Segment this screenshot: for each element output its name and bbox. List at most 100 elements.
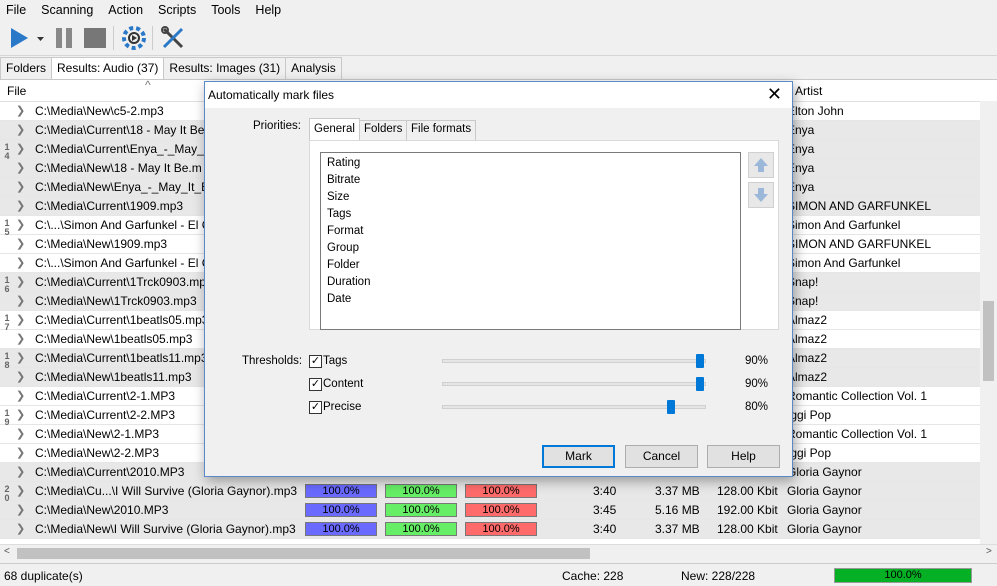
threshold-slider[interactable] (442, 354, 706, 368)
expand-chevron-icon[interactable]: ❯ (16, 332, 25, 345)
expand-chevron-icon[interactable]: ❯ (16, 275, 25, 288)
match-bar-content: 100.0% (385, 503, 457, 517)
priority-item[interactable]: Group (327, 242, 359, 254)
expand-chevron-icon[interactable]: ❯ (16, 408, 25, 421)
table-row[interactable]: ❯ C:\Media\Cu...\I Will Survive (Gloria G… (0, 482, 997, 501)
expand-chevron-icon[interactable]: ❯ (16, 427, 25, 440)
arrow-down-icon (754, 188, 768, 202)
expand-chevron-icon[interactable]: ❯ (16, 313, 25, 326)
file-path-cell: C:\Media\Current\1beatls05.mp3 (35, 313, 209, 327)
menu-file[interactable]: File (6, 3, 26, 17)
group-number: 1 8 (4, 351, 10, 370)
threshold-checkbox[interactable]: ✓ (309, 401, 322, 414)
expand-chevron-icon[interactable]: ❯ (16, 142, 25, 155)
priority-item[interactable]: Size (327, 191, 349, 203)
table-row[interactable]: ❯ C:\Media\New\2010.MP3 100.0% 100.0% 100.0%… (0, 501, 997, 520)
tab-general[interactable]: General (309, 118, 360, 141)
tab-results-audio[interactable]: Results: Audio (37) (51, 57, 165, 80)
mark-button[interactable]: Mark (542, 445, 615, 468)
expand-chevron-icon[interactable]: ❯ (16, 237, 25, 250)
move-down-button[interactable] (748, 182, 774, 208)
artist-cell: SIMON AND GARFUNKEL (787, 237, 932, 251)
expand-chevron-icon[interactable]: ❯ (16, 161, 25, 174)
group-number: 1 6 (4, 275, 10, 294)
expand-chevron-icon[interactable]: ❯ (16, 370, 25, 383)
dialog-titlebar: Automatically mark files ✕ (205, 82, 792, 108)
play-icon[interactable] (8, 25, 30, 51)
chevron-down-icon[interactable] (34, 25, 46, 51)
match-bar-precise: 100.0% (465, 503, 537, 517)
priority-item[interactable]: Folder (327, 259, 360, 271)
priority-item[interactable]: Bitrate (327, 174, 360, 186)
threshold-checkbox[interactable]: ✓ (309, 378, 322, 391)
column-header-artist[interactable]: Artist (795, 84, 822, 98)
expand-chevron-icon[interactable]: ❯ (16, 218, 25, 231)
settings-gear-icon[interactable] (121, 25, 147, 51)
file-path-cell: C:\Media\Current\2-2.MP3 (35, 408, 176, 422)
expand-chevron-icon[interactable]: ❯ (16, 199, 25, 212)
slider-thumb[interactable] (667, 400, 675, 414)
artist-cell: Almaz2 (787, 351, 828, 365)
bitrate-cell: 128.00 Kbit (717, 484, 778, 498)
file-path-cell: C:\Media\Current\1909.mp3 (35, 199, 184, 213)
expand-chevron-icon[interactable]: ❯ (16, 294, 25, 307)
priority-item[interactable]: Date (327, 293, 351, 305)
cancel-button[interactable]: Cancel (625, 445, 698, 468)
column-header-file[interactable]: File (7, 84, 26, 98)
slider-thumb[interactable] (696, 377, 704, 391)
artist-cell: Gloria Gaynor (787, 503, 862, 517)
tab-results-images[interactable]: Results: Images (31) (163, 57, 287, 79)
size-cell: 3.37 MB (655, 522, 700, 536)
expand-chevron-icon[interactable]: ❯ (16, 180, 25, 193)
expand-chevron-icon[interactable]: ❯ (16, 351, 25, 364)
menu-tools[interactable]: Tools (211, 3, 240, 17)
menu-action[interactable]: Action (108, 3, 143, 17)
scrollbar-thumb[interactable] (17, 548, 590, 559)
scroll-left-icon[interactable]: < (4, 546, 10, 557)
move-up-button[interactable] (748, 152, 774, 178)
scroll-right-icon[interactable]: > (986, 546, 992, 557)
threshold-slider[interactable] (442, 400, 706, 414)
status-bar: 68 duplicate(s) Cache: 228 New: 228/228 … (0, 563, 997, 586)
file-path-cell: C:\...\Simon And Garfunkel - El C (35, 256, 211, 270)
expand-chevron-icon[interactable]: ❯ (16, 389, 25, 402)
scrollbar-thumb[interactable] (983, 301, 994, 381)
tab-analysis[interactable]: Analysis (285, 57, 342, 79)
help-button[interactable]: Help (707, 445, 780, 468)
threshold-value: 90% (745, 378, 769, 390)
tab-folders[interactable]: Folders (359, 120, 408, 140)
stop-icon[interactable] (83, 25, 107, 51)
tools-icon[interactable] (160, 25, 186, 51)
table-row[interactable]: ❯ C:\Media\New\I Will Survive (Gloria Gay… (0, 520, 997, 539)
horizontal-scrollbar[interactable]: < > (0, 544, 997, 561)
expand-chevron-icon[interactable]: ❯ (16, 256, 25, 269)
expand-chevron-icon[interactable]: ❯ (16, 465, 25, 478)
artist-cell: SIMON AND GARFUNKEL (787, 199, 932, 213)
expand-chevron-icon[interactable]: ❯ (16, 522, 25, 535)
threshold-slider[interactable] (442, 377, 706, 391)
priority-item[interactable]: Format (327, 225, 363, 237)
close-icon[interactable]: ✕ (767, 84, 782, 104)
vertical-scrollbar[interactable] (980, 101, 997, 544)
expand-chevron-icon[interactable]: ❯ (16, 123, 25, 136)
expand-chevron-icon[interactable]: ❯ (16, 104, 25, 117)
priority-item[interactable]: Duration (327, 276, 370, 288)
toolbar (0, 20, 997, 56)
expand-chevron-icon[interactable]: ❯ (16, 503, 25, 516)
menu-scanning[interactable]: Scanning (41, 3, 93, 17)
expand-chevron-icon[interactable]: ❯ (16, 484, 25, 497)
expand-chevron-icon[interactable]: ❯ (16, 446, 25, 459)
priority-item[interactable]: Rating (327, 157, 360, 169)
menu-scripts[interactable]: Scripts (158, 3, 196, 17)
tab-folders[interactable]: Folders (0, 57, 53, 79)
menu-help[interactable]: Help (255, 3, 281, 17)
tab-file-formats[interactable]: File formats (406, 120, 477, 140)
pause-icon[interactable] (54, 25, 74, 51)
priority-item[interactable]: Tags (327, 208, 351, 220)
priority-list[interactable]: Rating Bitrate Size Tags Format Group Folder Du… (320, 152, 741, 330)
threshold-checkbox[interactable]: ✓ (309, 355, 322, 368)
threshold-label: Content (323, 378, 364, 390)
slider-thumb[interactable] (696, 354, 704, 368)
sort-arrow-icon: ^ (145, 79, 151, 92)
match-bar-precise: 100.0% (465, 484, 537, 498)
